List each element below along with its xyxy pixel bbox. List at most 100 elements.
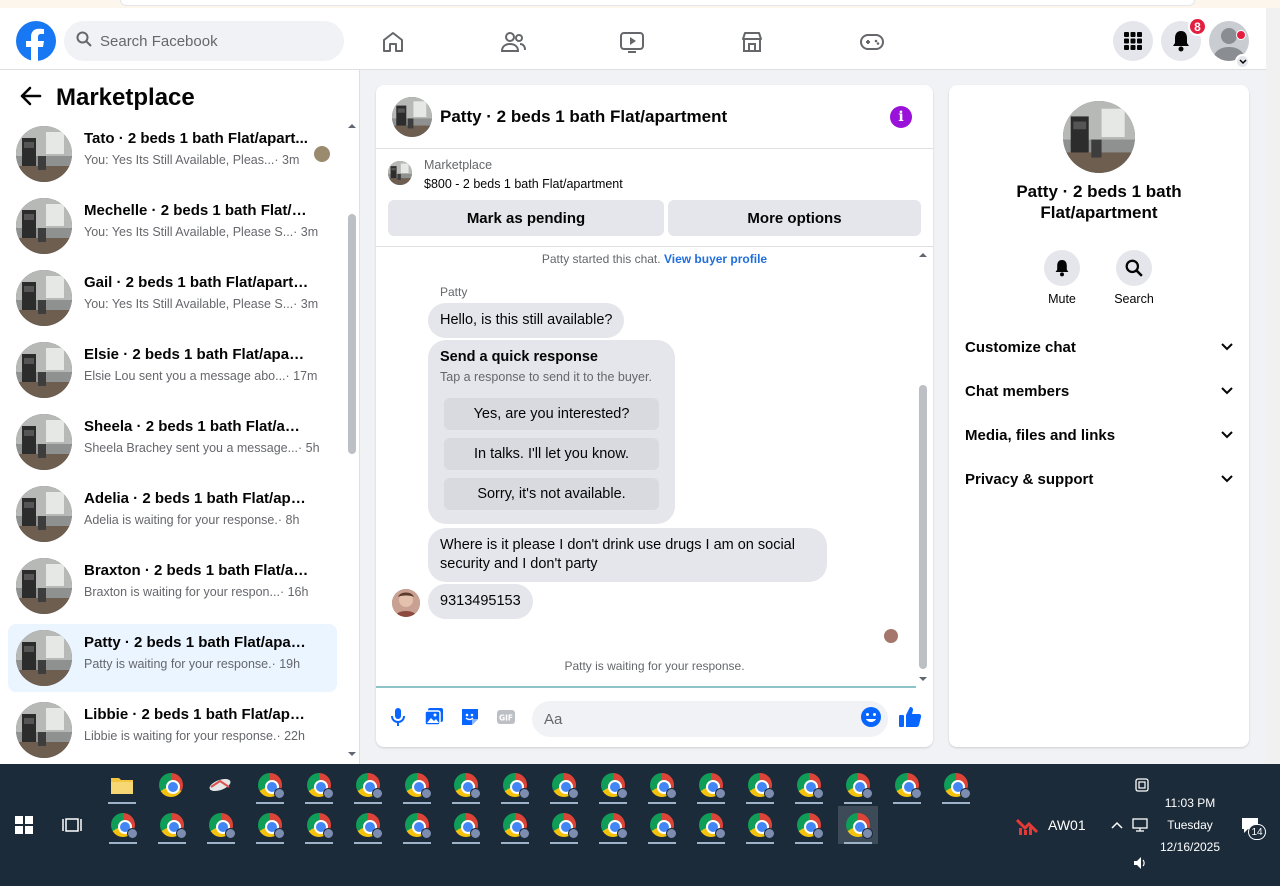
windows-start-icon[interactable]: [4, 806, 44, 844]
chrome-profile-icon[interactable]: [397, 766, 437, 804]
chrome-profile-icon[interactable]: [838, 766, 878, 804]
notifications-button[interactable]: 8: [1161, 17, 1207, 61]
photo-icon[interactable]: [422, 705, 446, 729]
chrome-profile-icon[interactable]: [642, 766, 682, 804]
menu-grid-button[interactable]: [1113, 21, 1153, 61]
chrome-profile-icon[interactable]: [250, 806, 290, 844]
chrome-profile-icon[interactable]: [544, 766, 584, 804]
nav-marketplace-icon[interactable]: [732, 22, 772, 62]
search-action[interactable]: Search: [1104, 250, 1164, 306]
listing-price-title[interactable]: $800 - 2 beds 1 bath Flat/apartment: [424, 177, 623, 191]
conversation-item[interactable]: Tato · 2 beds 1 bath Flat/apart... You: Y…: [8, 120, 337, 188]
sticker-icon[interactable]: [458, 705, 482, 729]
chat-info-avatar[interactable]: [1063, 101, 1135, 173]
like-thumbs-up-icon[interactable]: [898, 705, 922, 729]
chat-members-row[interactable]: Chat members: [965, 373, 1233, 409]
volume-icon[interactable]: [1128, 846, 1154, 880]
scrollbar-thumb[interactable]: [348, 214, 356, 454]
taskbar-profile-label[interactable]: AW01: [1048, 817, 1086, 833]
conversation-item[interactable]: Braxton · 2 beds 1 bath Flat/apar... Brax…: [8, 552, 337, 620]
chrome-profile-icon[interactable]: [593, 806, 633, 844]
customize-chat-row[interactable]: Customize chat: [965, 329, 1233, 365]
network-icon[interactable]: [1128, 806, 1154, 844]
view-buyer-profile-link[interactable]: View buyer profile: [664, 252, 767, 266]
chrome-profile-icon[interactable]: [299, 806, 339, 844]
scroll-down-icon[interactable]: [917, 675, 929, 683]
chrome-profile-icon[interactable]: [838, 806, 878, 844]
nav-friends-icon[interactable]: [493, 22, 533, 62]
privacy-support-row[interactable]: Privacy & support: [965, 461, 1233, 497]
conversation-item[interactable]: Patty · 2 beds 1 bath Flat/apart... Patty…: [8, 624, 337, 692]
chat-title[interactable]: Patty · 2 beds 1 bath Flat/apartment: [440, 107, 727, 127]
page-scrollbar[interactable]: [1266, 8, 1280, 764]
more-options-button[interactable]: More options: [668, 200, 921, 236]
scrollbar-thumb[interactable]: [919, 385, 927, 669]
message-input[interactable]: [532, 701, 888, 737]
chrome-profile-icon[interactable]: [544, 806, 584, 844]
taskbar-time[interactable]: 11:03 PM: [1156, 796, 1224, 810]
notification-center-icon[interactable]: 14: [1232, 806, 1268, 844]
bell-icon[interactable]: [1044, 250, 1080, 286]
trading-app-icon[interactable]: [1012, 806, 1044, 844]
chrome-profile-icon[interactable]: [348, 806, 388, 844]
conversation-item[interactable]: Mechelle · 2 beds 1 bath Flat/ap... You: …: [8, 192, 337, 260]
nav-gaming-icon[interactable]: [852, 22, 892, 62]
info-icon[interactable]: i: [890, 106, 912, 128]
chrome-profile-icon[interactable]: [593, 766, 633, 804]
chrome-profile-icon[interactable]: [495, 766, 535, 804]
chrome-profile-icon[interactable]: [495, 806, 535, 844]
search-box[interactable]: [64, 21, 344, 61]
chrome-profile-icon[interactable]: [299, 766, 339, 804]
chrome-icon[interactable]: [151, 766, 191, 804]
chrome-profile-icon[interactable]: [789, 766, 829, 804]
conversation-item[interactable]: Gail · 2 beds 1 bath Flat/apartme... You:…: [8, 264, 337, 332]
emoji-icon[interactable]: [859, 705, 883, 729]
scroll-up-icon[interactable]: [346, 122, 358, 130]
taskbar-date[interactable]: 12/16/2025: [1156, 840, 1224, 854]
mark-as-pending-button[interactable]: Mark as pending: [388, 200, 664, 236]
search-input[interactable]: [100, 32, 320, 50]
chrome-profile-icon[interactable]: [103, 806, 143, 844]
chrome-profile-icon[interactable]: [691, 766, 731, 804]
facebook-logo-icon[interactable]: [16, 21, 56, 61]
chevron-down-icon[interactable]: [1235, 54, 1250, 69]
chrome-profile-icon[interactable]: [642, 806, 682, 844]
quick-response-in-talks-button[interactable]: In talks. I'll let you know.: [444, 438, 659, 470]
media-files-links-row[interactable]: Media, files and links: [965, 417, 1233, 453]
chrome-profile-icon[interactable]: [789, 806, 829, 844]
taskbar-day[interactable]: Tuesday: [1156, 818, 1224, 832]
file-explorer-icon[interactable]: [102, 766, 142, 804]
conversation-item[interactable]: Sheela · 2 beds 1 bath Flat/apart... Shee…: [8, 408, 337, 476]
quick-response-yes-button[interactable]: Yes, are you interested?: [444, 398, 659, 430]
sender-avatar[interactable]: [392, 589, 420, 617]
task-view-icon[interactable]: [52, 806, 92, 844]
scroll-up-icon[interactable]: [917, 251, 929, 259]
satellite-app-icon[interactable]: [200, 766, 240, 804]
conversation-item[interactable]: Libbie · 2 beds 1 bath Flat/apart... Libb…: [8, 696, 337, 764]
chrome-profile-icon[interactable]: [397, 806, 437, 844]
chrome-profile-icon[interactable]: [446, 766, 486, 804]
conversation-scrollbar[interactable]: [346, 120, 358, 758]
chrome-profile-icon[interactable]: [887, 766, 927, 804]
conversation-item[interactable]: Adelia · 2 beds 1 bath Flat/apart... Adel…: [8, 480, 337, 548]
chrome-profile-icon[interactable]: [152, 806, 192, 844]
chrome-profile-icon[interactable]: [740, 766, 780, 804]
quick-response-not-available-button[interactable]: Sorry, it's not available.: [444, 478, 659, 510]
mute-action[interactable]: Mute: [1032, 250, 1092, 306]
scroll-down-icon[interactable]: [346, 750, 358, 758]
nav-watch-icon[interactable]: [612, 22, 652, 62]
listing-thumbnail[interactable]: [388, 161, 412, 185]
chrome-profile-icon[interactable]: [446, 806, 486, 844]
chat-avatar[interactable]: [392, 97, 432, 137]
nav-home-icon[interactable]: [373, 22, 413, 62]
microphone-icon[interactable]: [386, 705, 410, 729]
chrome-profile-icon[interactable]: [740, 806, 780, 844]
gif-icon[interactable]: GIF: [494, 705, 518, 729]
chat-scrollbar[interactable]: [917, 249, 929, 685]
chrome-profile-icon[interactable]: [348, 766, 388, 804]
chrome-profile-icon[interactable]: [936, 766, 976, 804]
chrome-profile-icon[interactable]: [691, 806, 731, 844]
chrome-profile-icon[interactable]: [201, 806, 241, 844]
chevron-up-icon[interactable]: [1106, 806, 1128, 844]
search-icon[interactable]: [1116, 250, 1152, 286]
